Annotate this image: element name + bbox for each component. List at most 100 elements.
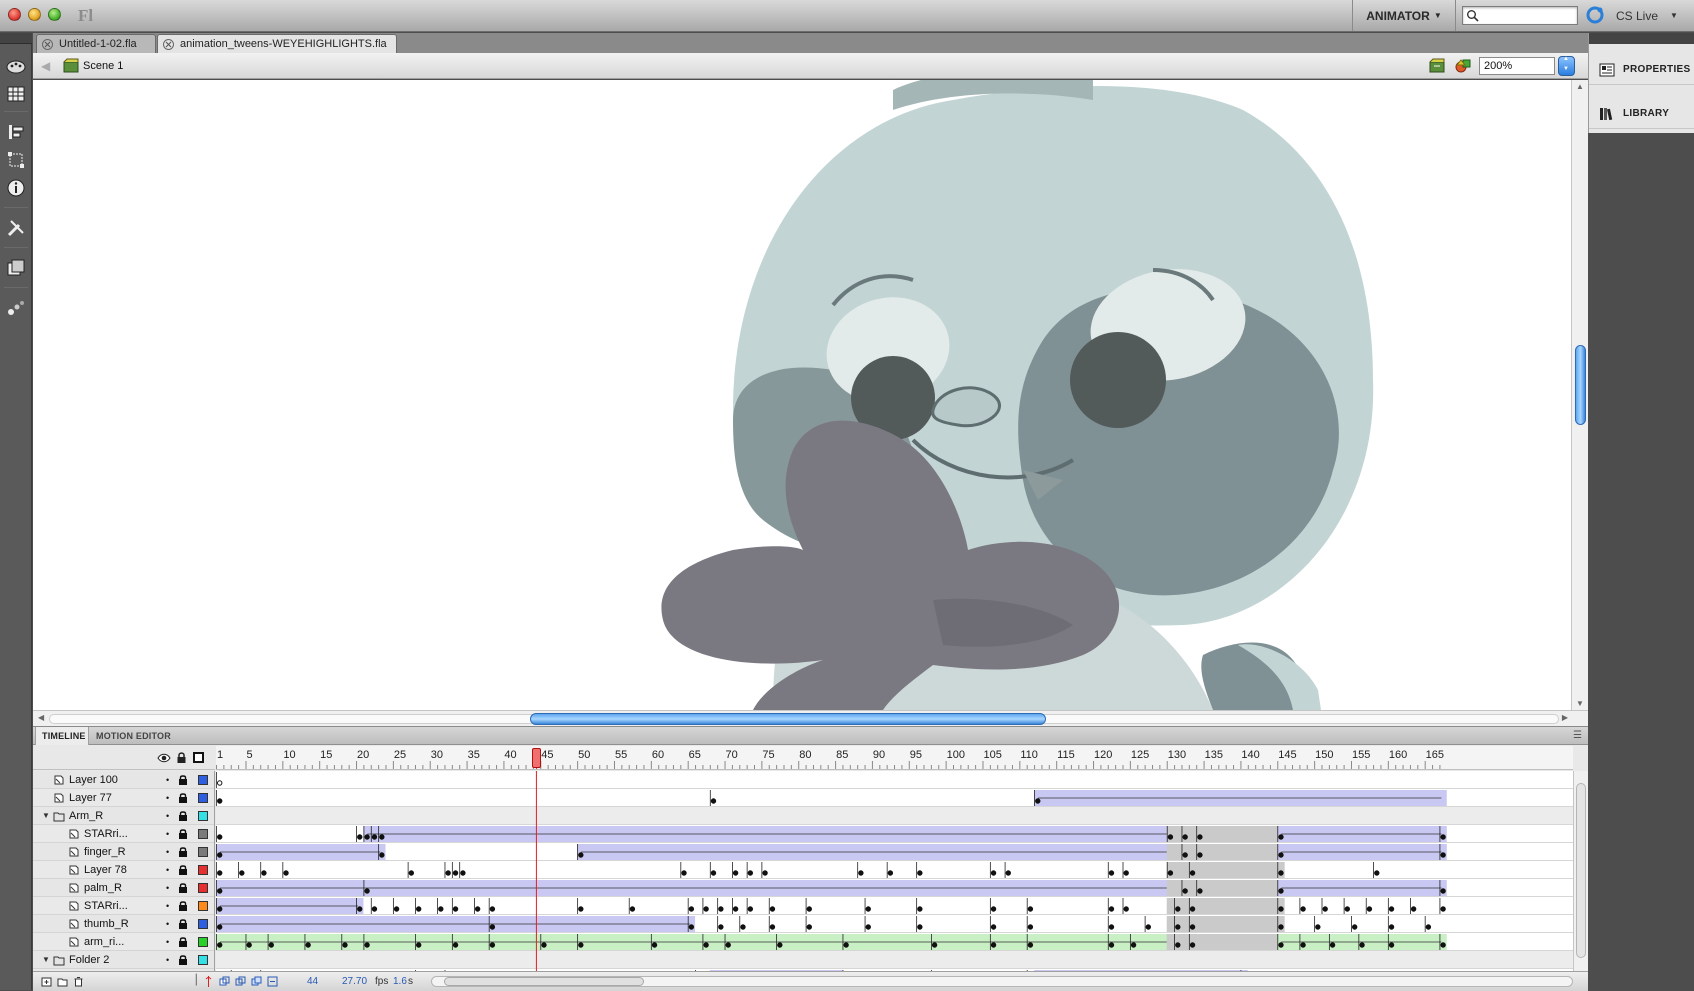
keyframe[interactable]	[1344, 906, 1351, 912]
document-tab-active[interactable]: animation_tweens-WEYEHIGHLIGHTS.fla	[157, 34, 397, 53]
keyframe[interactable]	[217, 924, 223, 930]
keyframe[interactable]	[364, 942, 370, 948]
new-folder-icon[interactable]	[57, 976, 68, 987]
keyframe[interactable]	[261, 870, 267, 876]
onion-outlines-icon[interactable]	[235, 976, 246, 987]
keyframe[interactable]	[415, 906, 422, 912]
layer-name[interactable]: thumb_R	[84, 918, 129, 930]
layer-row[interactable]: finger_R •	[33, 843, 214, 861]
panel-menu-icon[interactable]: ☰	[1573, 730, 1582, 741]
outline-color-swatch[interactable]	[198, 865, 208, 875]
stage-canvas[interactable]	[33, 80, 1571, 710]
keyframe[interactable]	[217, 834, 223, 840]
keyframe[interactable]	[732, 906, 739, 912]
track-background[interactable]	[216, 771, 1573, 789]
keyframe[interactable]	[931, 942, 938, 948]
layer-row[interactable]: palm_R •	[33, 879, 214, 897]
keyframe[interactable]	[1189, 906, 1196, 912]
lock-icon[interactable]	[178, 900, 188, 912]
keyframe[interactable]	[1197, 852, 1203, 858]
keyframe[interactable]	[990, 942, 997, 948]
keyframe[interactable]	[1123, 906, 1129, 912]
stage-horizontal-scrollbar[interactable]: ◀ ▶	[33, 710, 1588, 726]
lock-icon[interactable]	[178, 774, 188, 786]
lock-icon[interactable]	[178, 846, 188, 858]
visibility-dot[interactable]: •	[166, 811, 169, 821]
tween-span[interactable]	[1203, 916, 1285, 932]
keyframe[interactable]	[806, 906, 812, 912]
chevron-down-icon[interactable]: ▼	[1670, 11, 1678, 20]
scroll-thumb[interactable]	[530, 713, 1046, 725]
keyframe[interactable]	[1374, 870, 1380, 876]
track-background[interactable]	[216, 951, 1573, 969]
zoom-stepper[interactable]	[1558, 56, 1575, 76]
layer-name[interactable]: Layer 77	[69, 792, 112, 804]
layer-row[interactable]: Layer 77 •	[33, 789, 214, 807]
keyframe[interactable]	[1440, 942, 1446, 948]
lock-icon[interactable]	[178, 918, 188, 930]
tab-motion-editor[interactable]: MOTION EDITOR	[90, 727, 184, 745]
keyframe[interactable]	[917, 870, 923, 876]
scroll-thumb[interactable]	[1576, 783, 1586, 958]
outline-color-swatch[interactable]	[198, 919, 208, 929]
keyframe[interactable]	[1175, 942, 1181, 948]
keyframe[interactable]	[1388, 942, 1395, 948]
keyframe[interactable]	[474, 906, 481, 912]
keyframe[interactable]	[217, 798, 223, 804]
keyframe[interactable]	[1278, 942, 1284, 948]
keyframe[interactable]	[1189, 870, 1196, 876]
close-tab-icon[interactable]	[163, 38, 174, 50]
frame-rate-readout[interactable]: 27.70	[342, 976, 367, 987]
keyframe[interactable]	[1108, 906, 1115, 912]
layer-row[interactable]: arm_ri... •	[33, 933, 214, 951]
keyframe[interactable]	[342, 942, 348, 948]
layer-row[interactable]: STARri... •	[33, 897, 214, 915]
lock-icon[interactable]	[178, 882, 188, 894]
keyframe[interactable]	[489, 906, 496, 912]
library-panel-button[interactable]: LIBRARY	[1589, 99, 1694, 129]
grid-icon[interactable]	[5, 83, 27, 105]
keyframe[interactable]	[217, 852, 223, 858]
track-background[interactable]	[216, 807, 1573, 825]
keyframe[interactable]	[408, 870, 415, 876]
layer-name[interactable]: STARri...	[84, 828, 128, 840]
visibility-dot[interactable]: •	[166, 865, 169, 875]
visibility-dot[interactable]: •	[166, 937, 169, 947]
keyframe[interactable]	[703, 906, 709, 912]
keyframe[interactable]	[681, 870, 687, 876]
panel-grip[interactable]	[1589, 33, 1694, 44]
keyframe[interactable]	[1322, 906, 1328, 912]
layer-name[interactable]: STARri...	[84, 900, 128, 912]
components-icon[interactable]	[5, 257, 27, 279]
keyframe[interactable]	[217, 888, 223, 894]
help-search-field[interactable]	[1462, 6, 1578, 25]
lock-icon[interactable]	[178, 954, 188, 966]
keyframe[interactable]	[1388, 924, 1395, 930]
keyframe[interactable]	[371, 906, 378, 912]
visibility-dot[interactable]: •	[166, 775, 169, 785]
panel-grip[interactable]	[0, 33, 32, 44]
keyframe[interactable]	[710, 870, 717, 876]
timeline-horizontal-scrollbar[interactable]	[431, 976, 1573, 987]
keyframe[interactable]	[1189, 942, 1196, 948]
layer-name[interactable]: arm_ri...	[84, 936, 124, 948]
keyframe[interactable]	[718, 906, 724, 912]
keyframe[interactable]	[364, 888, 370, 894]
scroll-start-icon[interactable]: ▕	[189, 975, 197, 986]
visibility-dot[interactable]: •	[166, 847, 169, 857]
keyframe[interactable]	[1182, 834, 1188, 840]
zoom-field[interactable]: 200%	[1479, 57, 1555, 75]
keyframe[interactable]	[769, 924, 776, 930]
keyframe[interactable]	[1005, 870, 1011, 876]
keyframe[interactable]	[1145, 924, 1152, 930]
keyframe[interactable]	[1440, 906, 1446, 912]
keyframe[interactable]	[578, 906, 584, 912]
tween-span[interactable]	[1203, 862, 1285, 878]
keyframe[interactable]	[1440, 852, 1446, 858]
delete-icon[interactable]	[73, 976, 84, 987]
keyframe[interactable]	[1167, 870, 1174, 876]
new-layer-icon[interactable]	[41, 976, 52, 987]
close-tab-icon[interactable]	[42, 38, 53, 50]
keyframe[interactable]	[1300, 906, 1306, 912]
scroll-left-icon[interactable]: ◀	[38, 713, 44, 722]
